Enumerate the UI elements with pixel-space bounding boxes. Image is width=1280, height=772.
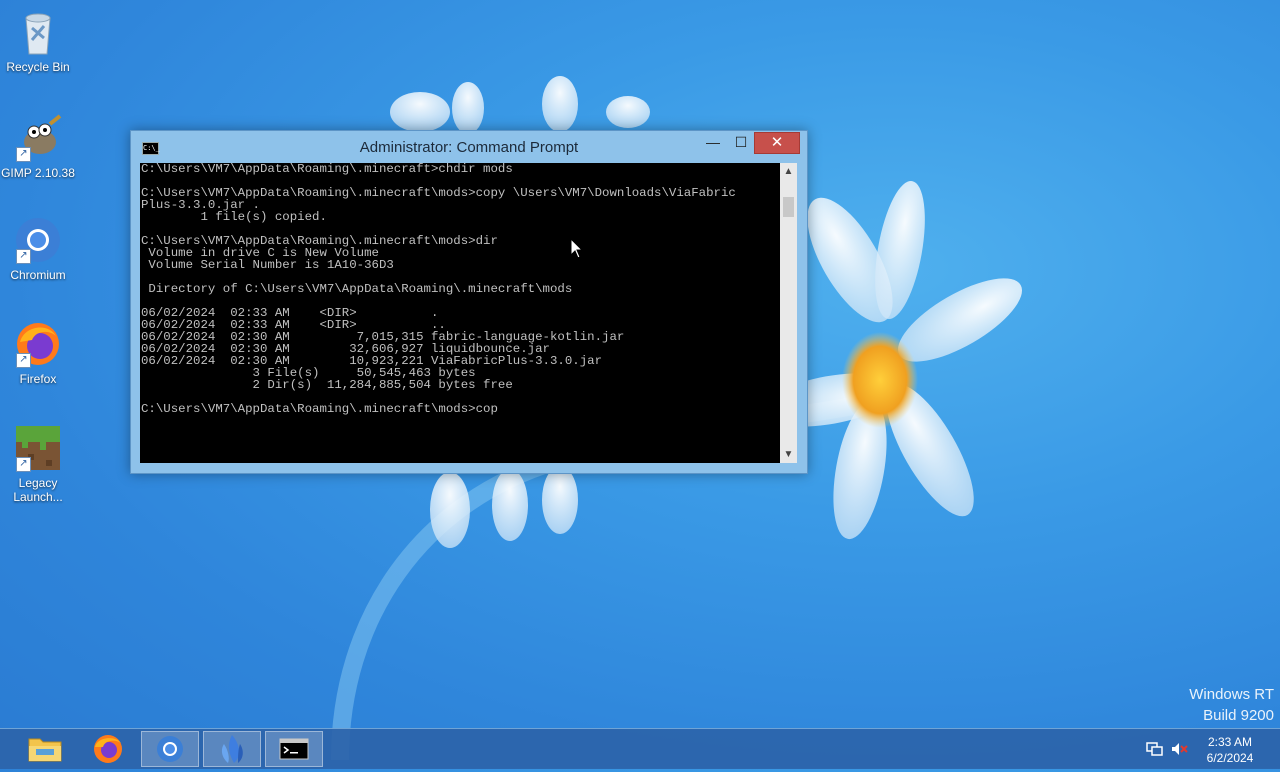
desktop-icon-label: Firefox [19,372,57,386]
desktop-icon-label: Legacy Launch... [13,476,63,504]
recycle-bin-icon [14,8,62,56]
scroll-down-arrow-icon[interactable]: ▼ [780,446,797,463]
shortcut-arrow-icon: ↗ [16,457,31,472]
cmd-icon [279,738,309,760]
desktop-icon-recycle-bin[interactable]: Recycle Bin [0,8,76,74]
network-icon[interactable] [1146,741,1164,757]
console-text: C:\Users\VM7\AppData\Roaming\.minecraft>… [141,163,736,416]
windows-build-watermark: Windows RT Build 9200 [1189,684,1274,726]
shortcut-arrow-icon: ↗ [16,249,31,264]
desktop-icon-chromium[interactable]: ↗ Chromium [0,216,76,282]
taskbar: 2:33 AM 6/2/2024 [0,728,1280,769]
taskbar-firefox[interactable] [79,731,137,767]
clock-date: 6/2/2024 [1206,751,1254,765]
scrollbar-thumb[interactable] [783,197,794,217]
shortcut-arrow-icon: ↗ [16,353,31,368]
minecraft-grass-block-icon: ↗ [14,424,62,472]
chromium-icon: ↗ [14,216,62,264]
desktop-icon-legacy-launcher[interactable]: ↗ Legacy Launch... [0,424,76,504]
desktop-icon-label: Chromium [10,268,66,282]
chromium-icon [157,736,183,762]
volume-muted-icon[interactable] [1170,741,1188,757]
shortcut-arrow-icon: ↗ [16,147,31,162]
desktop-icon-label: Recycle Bin [6,60,70,74]
taskbar-clock[interactable]: 2:33 AM 6/2/2024 [1195,734,1265,766]
taskbar-legacy-launcher[interactable] [203,731,261,767]
desktop-icon-gimp[interactable]: ↗ GIMP 2.10.38 [0,114,76,180]
minimize-button[interactable]: — [699,132,727,152]
clock-time: 2:33 AM [1207,735,1253,749]
mouse-cursor-icon [570,238,584,259]
taskbar-file-explorer[interactable] [16,731,74,767]
vertical-scrollbar[interactable]: ▲ ▼ [780,163,797,463]
desktop-icon-label: GIMP 2.10.38 [1,166,75,180]
window-titlebar[interactable]: C:\_ Administrator: Command Prompt — ☐ ✕ [131,131,807,163]
folder-icon [28,738,62,762]
taskbar-command-prompt[interactable] [265,731,323,767]
taskbar-chromium[interactable] [141,731,199,767]
maximize-button[interactable]: ☐ [727,132,755,152]
gimp-icon: ↗ [14,114,62,162]
firefox-icon [94,735,122,763]
watermark-line-2: Build 9200 [1203,707,1274,724]
desktop-icon-firefox[interactable]: ↗ Firefox [0,320,76,386]
close-button[interactable]: ✕ [754,132,800,154]
scroll-up-arrow-icon[interactable]: ▲ [780,163,797,180]
command-prompt-window[interactable]: C:\_ Administrator: Command Prompt — ☐ ✕… [130,130,808,474]
watermark-line-1: Windows RT [1189,686,1274,703]
firefox-icon: ↗ [14,320,62,368]
legacy-launcher-icon [221,735,243,763]
console-output[interactable]: C:\Users\VM7\AppData\Roaming\.minecraft>… [140,163,780,463]
